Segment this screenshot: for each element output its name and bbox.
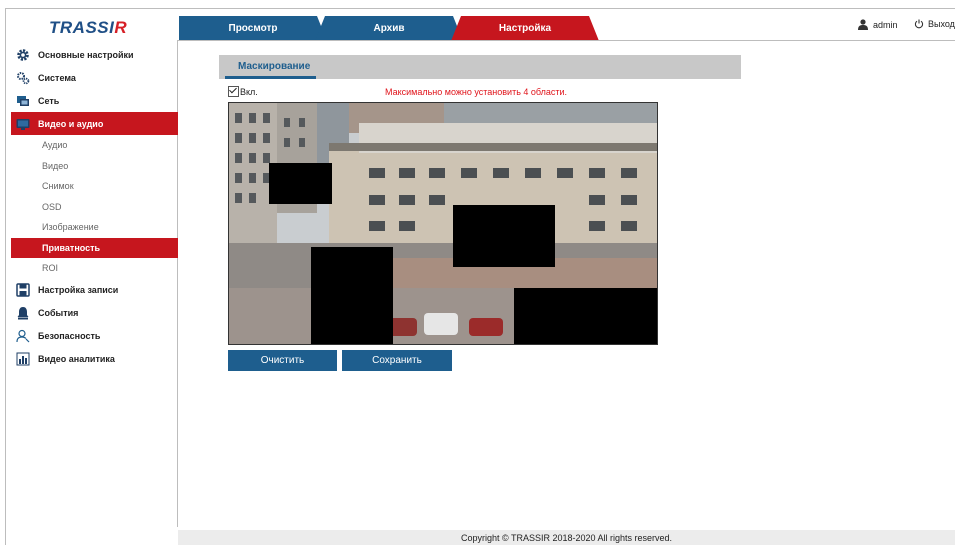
analytics-icon xyxy=(16,352,30,366)
sidebar-item-network[interactable]: Сеть xyxy=(11,89,178,112)
sidebar: Основные настройки Система Сеть Видео и … xyxy=(11,43,178,371)
sidebar-subitem-audio[interactable]: Аудио xyxy=(11,135,178,156)
clear-button[interactable]: Очистить xyxy=(228,350,337,371)
sidebar-subitem-video[interactable]: Видео xyxy=(11,156,178,177)
tab-view[interactable]: Просмотр xyxy=(179,16,327,41)
max-areas-warning: Максимально можно установить 4 области. xyxy=(385,87,568,97)
gear-icon xyxy=(16,48,30,62)
tab-archive[interactable]: Архив xyxy=(315,16,463,41)
sidebar-item-label: Основные настройки xyxy=(38,49,134,60)
trassir-logo: TRASSIR xyxy=(49,18,127,38)
sidebar-item-record-settings[interactable]: Настройка записи xyxy=(11,279,178,302)
sidebar-item-video-audio[interactable]: Видео и аудио xyxy=(11,112,178,135)
network-icon xyxy=(16,94,30,108)
sidebar-item-video-analytics[interactable]: Видео аналитика xyxy=(11,348,178,371)
footer: Copyright © TRASSIR 2018-2020 All rights… xyxy=(178,530,955,545)
sidebar-item-events[interactable]: События xyxy=(11,302,178,325)
tab-masking-underline xyxy=(225,76,316,79)
logout-label: Выход xyxy=(928,19,955,29)
enable-toggle[interactable]: Вкл. xyxy=(228,86,258,97)
logo-accent-letter: R xyxy=(114,18,128,37)
save-icon xyxy=(16,283,30,297)
logo-text: TRASSIR xyxy=(49,18,128,37)
alarm-icon xyxy=(16,306,30,320)
sidebar-item-label: Система xyxy=(38,72,76,83)
sidebar-subitem-roi[interactable]: ROI xyxy=(11,258,178,279)
user-security-icon xyxy=(16,329,30,343)
logout-button[interactable]: Выход xyxy=(914,19,955,29)
sidebar-item-label: Безопасность xyxy=(38,331,101,341)
enable-label: Вкл. xyxy=(240,86,258,97)
sidebar-item-label: События xyxy=(38,308,79,318)
sidebar-item-label: Видео аналитика xyxy=(38,354,115,364)
monitor-icon xyxy=(16,117,30,131)
sidebar-subitem-image[interactable]: Изображение xyxy=(11,217,178,238)
enable-checkbox[interactable] xyxy=(228,86,239,97)
sidebar-item-basic-settings[interactable]: Основные настройки xyxy=(11,43,178,66)
sidebar-item-label: Настройка записи xyxy=(38,285,119,295)
power-icon xyxy=(914,19,924,29)
sidebar-subitem-snapshot[interactable]: Снимок xyxy=(11,176,178,197)
camera-preview[interactable] xyxy=(228,102,658,345)
copyright-text: Copyright © TRASSIR 2018-2020 All rights… xyxy=(460,532,673,543)
sidebar-item-security[interactable]: Безопасность xyxy=(11,325,178,348)
user-menu[interactable]: admin xyxy=(857,19,898,30)
camera-preview-image xyxy=(229,103,657,344)
sidebar-item-system[interactable]: Система xyxy=(11,66,178,89)
gears-icon xyxy=(16,71,30,85)
user-icon xyxy=(858,19,868,30)
tab-settings[interactable]: Настройка xyxy=(451,16,599,41)
tab-masking[interactable]: Маскирование xyxy=(238,61,310,72)
sidebar-item-label: Видео и аудио xyxy=(38,118,104,129)
save-button[interactable]: Сохранить xyxy=(342,350,452,371)
sidebar-item-label: Сеть xyxy=(38,95,60,106)
sidebar-subitem-osd[interactable]: OSD xyxy=(11,197,178,218)
user-name: admin xyxy=(873,19,898,30)
sidebar-subitem-privacy[interactable]: Приватность xyxy=(11,237,178,258)
